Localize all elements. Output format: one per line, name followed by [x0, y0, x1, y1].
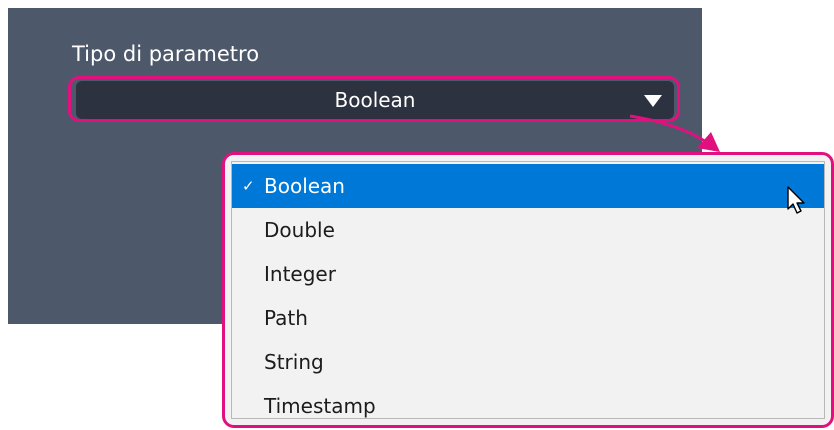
- option-string[interactable]: String: [232, 340, 824, 384]
- select-current-value: Boolean: [334, 88, 416, 112]
- option-timestamp[interactable]: Timestamp: [232, 384, 824, 425]
- dropdown-list: ✓ Boolean Double Integer Path String Tim…: [231, 161, 825, 419]
- option-path[interactable]: Path: [232, 296, 824, 340]
- chevron-down-icon: [644, 95, 662, 107]
- option-label: Boolean: [264, 174, 345, 198]
- option-label: Path: [264, 306, 308, 330]
- option-label: String: [264, 350, 324, 374]
- parameter-type-select[interactable]: Boolean: [76, 81, 674, 119]
- parameter-type-label: Tipo di parametro: [72, 42, 260, 66]
- option-label: Double: [264, 218, 335, 242]
- option-label: Timestamp: [264, 394, 376, 418]
- option-boolean[interactable]: ✓ Boolean: [232, 164, 824, 208]
- option-integer[interactable]: Integer: [232, 252, 824, 296]
- dropdown-menu: ✓ Boolean Double Integer Path String Tim…: [222, 152, 834, 428]
- checkmark-icon: ✓: [242, 177, 255, 195]
- option-double[interactable]: Double: [232, 208, 824, 252]
- option-label: Integer: [264, 262, 336, 286]
- mouse-pointer-icon: [787, 186, 805, 214]
